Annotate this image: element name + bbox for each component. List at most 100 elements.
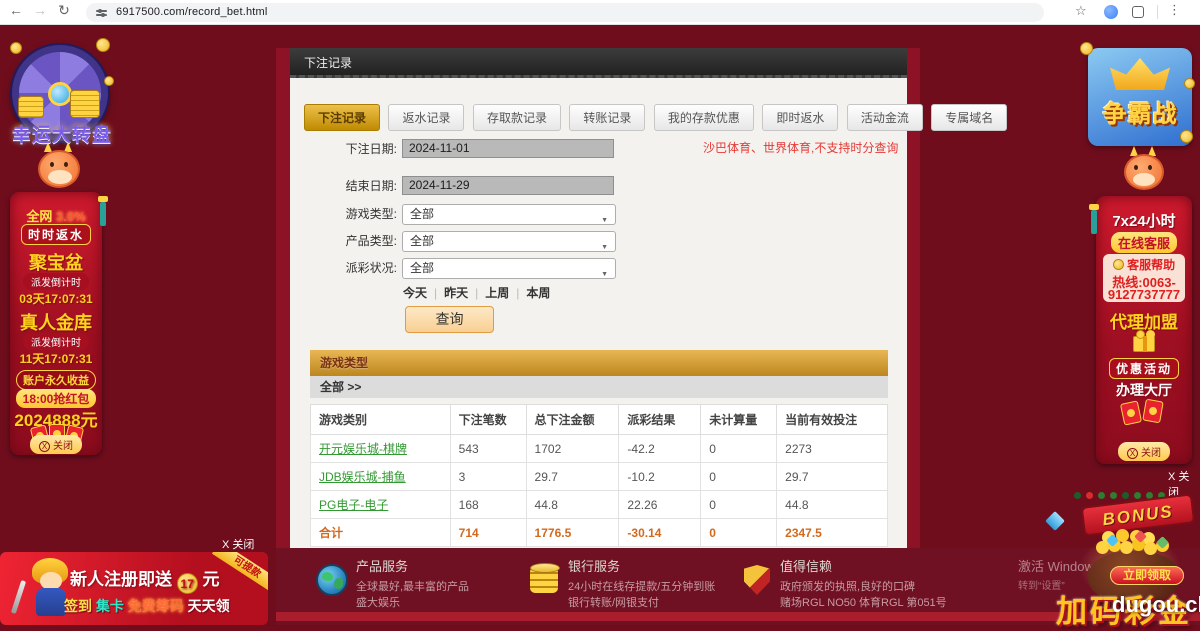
- left-scroll-close-button[interactable]: X关闭: [30, 435, 82, 454]
- tab-deposit-withdraw-records[interactable]: 存取款记录: [473, 104, 561, 131]
- treasure-pot-title: 聚宝盆: [10, 249, 102, 275]
- forward-icon[interactable]: →: [30, 2, 50, 18]
- cell-amount: 1702: [526, 435, 619, 463]
- bet-summary-table: 游戏类别 下注笔数 总下注金额 派彩结果 未计算量 当前有效投注 开元娱乐城-棋…: [310, 404, 888, 547]
- col-valid-bets: 当前有效投注: [777, 405, 888, 435]
- extension-icon[interactable]: [1104, 5, 1118, 19]
- bonus-amount-coin: 17: [177, 573, 198, 594]
- footer-line: 银行转账/网银支付: [568, 595, 715, 611]
- cell-uncounted: 0: [701, 463, 777, 491]
- lucky-wheel-caption[interactable]: 幸运大转盘: [2, 120, 122, 147]
- footer-item-trust: 值得信赖 政府颁发的执照,良好的口碑 赌场RGL NO50 体育RGL 第051…: [780, 556, 947, 611]
- section-header-game-type: 游戏类型: [310, 350, 888, 376]
- menu-kebab-icon[interactable]: ⋮: [1168, 2, 1181, 18]
- payout-status-value: 全部: [410, 261, 434, 275]
- right-scroll-close-button[interactable]: X关闭: [1118, 442, 1170, 461]
- quick-link-last-week[interactable]: 上周: [485, 286, 509, 300]
- carousel-dot-active[interactable]: [1086, 492, 1093, 499]
- total-label: 合计: [311, 519, 451, 547]
- quick-link-yesterday[interactable]: 昨天: [444, 286, 468, 300]
- product-type-select[interactable]: 全部 ▼: [402, 231, 616, 252]
- tab-activity-flow[interactable]: 活动金流: [847, 104, 923, 131]
- battle-caption: 争霸战: [1088, 94, 1192, 129]
- browser-toolbar: ← → ↻ 6917500.com/record_bet.html ☆ ⋮: [0, 0, 1200, 25]
- promo-activity-label[interactable]: 优惠活动: [1109, 358, 1179, 379]
- game-link[interactable]: JDB娱乐城-捕鱼: [319, 470, 406, 484]
- game-link[interactable]: 开元娱乐城-棋牌: [319, 442, 407, 456]
- start-date-input[interactable]: 2024-11-01: [402, 139, 614, 158]
- browser-panel-icon[interactable]: [1132, 6, 1144, 18]
- gift-icon: [1133, 336, 1155, 352]
- carousel-dot[interactable]: [1074, 492, 1081, 499]
- pot-countdown: 03天17:07:31: [10, 290, 102, 307]
- claim-now-button[interactable]: 立即领取: [1110, 566, 1184, 585]
- close-icon: X: [1127, 448, 1138, 459]
- url-bar[interactable]: 6917500.com/record_bet.html: [86, 3, 1044, 22]
- bookmark-star-icon[interactable]: ☆: [1075, 3, 1087, 19]
- back-icon[interactable]: ←: [6, 2, 26, 18]
- total-valid: 2347.5: [777, 519, 888, 547]
- game-type-label: 游戏类型:: [315, 204, 397, 225]
- coin-icon: [104, 76, 114, 86]
- left-promo-scroll[interactable]: 全网 3.0% 时时返水 聚宝盆 派发倒计时 03天17:07:31 真人金库 …: [10, 192, 102, 455]
- quick-link-this-week[interactable]: 本周: [526, 286, 550, 300]
- carousel-dot[interactable]: [1134, 492, 1141, 499]
- service-hall-label[interactable]: 办理大厅: [1096, 380, 1192, 400]
- battle-event-banner[interactable]: 争霸战: [1088, 48, 1192, 146]
- cell-payout: -10.2: [619, 463, 701, 491]
- quick-link-today[interactable]: 今天: [403, 286, 427, 300]
- game-type-select[interactable]: 全部 ▼: [402, 204, 616, 225]
- countdown-label: 派发倒计时: [23, 273, 89, 290]
- vault-title: 真人金库: [10, 309, 102, 335]
- total-bets: 714: [450, 519, 526, 547]
- carousel-dot[interactable]: [1122, 492, 1129, 499]
- cell-bets: 543: [450, 435, 526, 463]
- url-text[interactable]: 6917500.com/record_bet.html: [116, 6, 268, 18]
- footer-item-products: 产品服务 全球最好,最丰富的产品 盛大娱乐: [356, 556, 469, 611]
- footer-title: 值得信赖: [780, 556, 947, 575]
- panel-title: 下注记录: [290, 48, 907, 78]
- cell-amount: 44.8: [526, 491, 619, 519]
- end-date-input[interactable]: 2024-11-29: [402, 176, 614, 195]
- tab-instant-rebate[interactable]: 即时返水: [762, 104, 838, 131]
- col-game-category: 游戏类别: [311, 405, 451, 435]
- agent-join-label[interactable]: 代理加盟: [1096, 308, 1192, 333]
- coin-icon: [1184, 78, 1195, 89]
- newcomer-promo-banner[interactable]: 可提款 新人注册即送 17 元 签到 集卡 免费筹码 天天领: [0, 552, 268, 625]
- payout-status-select[interactable]: 全部 ▼: [402, 258, 616, 279]
- coin-stack-icon: [70, 90, 100, 118]
- tab-transfer-records[interactable]: 转账记录: [569, 104, 645, 131]
- tab-deposit-promos[interactable]: 我的存款优惠: [654, 104, 754, 131]
- dragon-mascot: [28, 146, 92, 196]
- chevron-down-icon: ▼: [601, 211, 608, 230]
- query-button[interactable]: 查询: [405, 306, 494, 333]
- promo-close-text[interactable]: X 关闭: [222, 536, 254, 552]
- tab-rebate-records[interactable]: 返水记录: [388, 104, 464, 131]
- rebate-line2: 时时返水: [21, 224, 91, 245]
- carousel-dot[interactable]: [1110, 492, 1117, 499]
- table-total-row: 合计 714 1776.5 -30.14 0 2347.5: [311, 519, 888, 547]
- end-date-label: 结束日期:: [315, 176, 397, 197]
- carousel-dot[interactable]: [1098, 492, 1105, 499]
- tab-exclusive-domain[interactable]: 专属域名: [931, 104, 1007, 131]
- section-filter-all[interactable]: 全部 >>: [310, 376, 888, 398]
- service-help-label[interactable]: 客服帮助: [1127, 258, 1175, 272]
- product-type-row: 产品类型: 全部 ▼: [290, 231, 504, 253]
- headline-pre: 新人注册即送: [70, 570, 172, 589]
- footer-line: 全球最好,最丰富的产品: [356, 579, 469, 595]
- site-settings-icon[interactable]: [96, 10, 107, 12]
- hotline-line2: 9127737777: [1096, 287, 1192, 302]
- toolbar-divider: [1157, 5, 1158, 19]
- site-watermark: dugou.club: [1112, 592, 1200, 618]
- footer-line: 24小时在线存提款/五分钟到账: [568, 579, 715, 595]
- online-service-label[interactable]: 在线客服: [1111, 232, 1177, 253]
- game-link[interactable]: PG电子-电子: [319, 498, 388, 512]
- right-service-scroll[interactable]: 7x24小时 在线客服 客服帮助 热线:0063- 9127737777 代理加…: [1096, 196, 1192, 464]
- service-hours: 7x24小时: [1096, 210, 1192, 231]
- reload-icon[interactable]: ↻: [54, 2, 74, 19]
- tab-bet-records[interactable]: 下注记录: [304, 104, 380, 131]
- footer-line: 政府颁发的执照,良好的口碑: [780, 579, 947, 595]
- hero-sword-icon: [11, 580, 26, 614]
- account-benefit-line: 账户永久收益: [16, 370, 96, 390]
- red-envelope-icon: [1120, 400, 1142, 425]
